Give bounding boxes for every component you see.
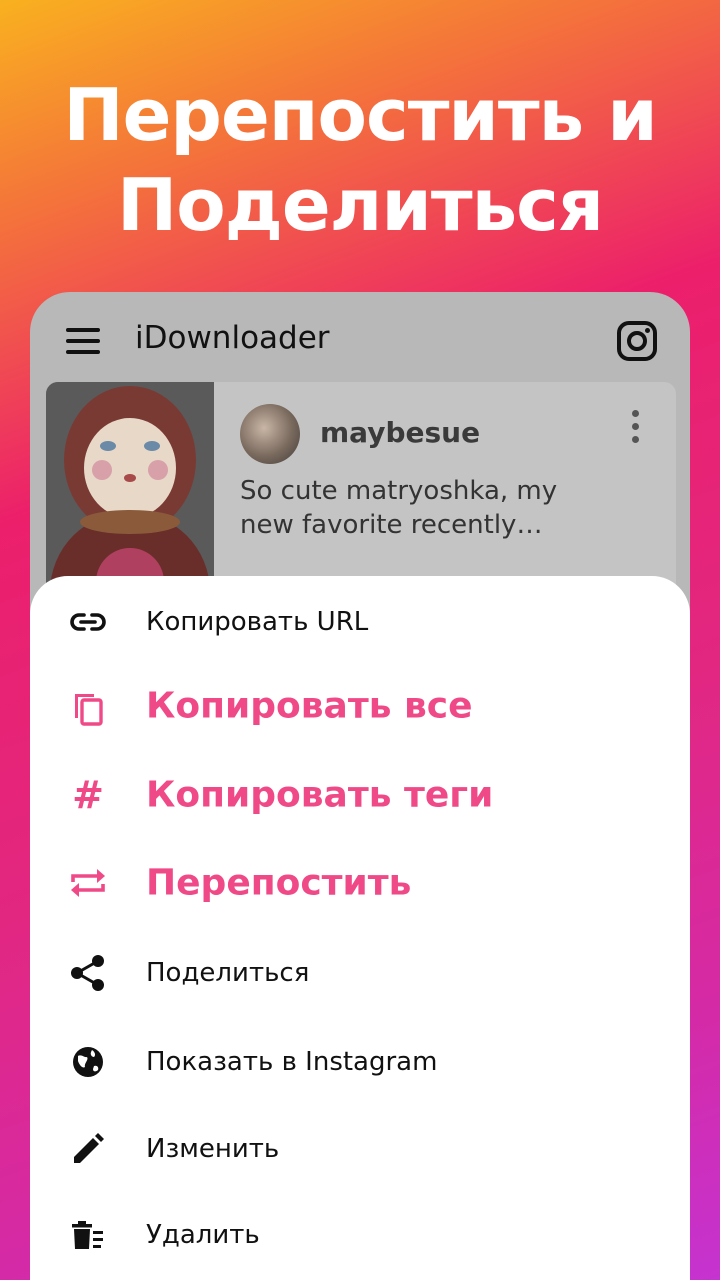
instagram-icon[interactable]: [616, 320, 658, 362]
app-bar: iDownloader: [30, 292, 690, 388]
menu-item-edit[interactable]: Изменить: [30, 1114, 690, 1184]
headline-line-1: Перепостить и: [63, 73, 657, 157]
menu-item-label: Копировать URL: [146, 607, 369, 637]
menu-item-label: Копировать все: [146, 685, 473, 727]
menu-item-show-in-instagram[interactable]: Показать в Instagram: [30, 1027, 690, 1097]
menu-item-label: Копировать теги: [146, 774, 494, 816]
menu-item-label: Поделиться: [146, 958, 310, 988]
promo-headline: Перепостить и Поделиться: [0, 70, 720, 250]
menu-item-label: Показать в Instagram: [146, 1047, 438, 1077]
menu-item-copy-all[interactable]: Копировать все: [30, 671, 690, 741]
pencil-icon: [68, 1129, 108, 1169]
menu-item-copy-url[interactable]: Копировать URL: [30, 587, 690, 657]
app-title: iDownloader: [135, 320, 330, 356]
headline-line-2: Поделиться: [116, 163, 604, 247]
repost-icon: [68, 863, 108, 903]
menu-item-delete[interactable]: Удалить: [30, 1200, 690, 1270]
menu-item-share[interactable]: Поделиться: [30, 938, 690, 1008]
more-vert-icon[interactable]: [630, 410, 640, 444]
menu-item-copy-tags[interactable]: # Копировать теги: [30, 760, 690, 830]
menu-item-repost[interactable]: Перепостить: [30, 848, 690, 918]
menu-item-label: Удалить: [146, 1220, 260, 1250]
share-icon: [68, 953, 108, 993]
link-icon: [68, 602, 108, 642]
trash-icon: [68, 1215, 108, 1255]
copy-icon: [68, 686, 108, 726]
hashtag-icon: #: [72, 773, 104, 817]
globe-icon: [68, 1042, 108, 1082]
menu-item-label: Перепостить: [146, 862, 412, 904]
bottom-sheet-menu: Копировать URL Копировать все # Копирова…: [30, 576, 690, 1280]
hamburger-menu-icon[interactable]: [66, 328, 100, 354]
avatar[interactable]: [240, 404, 300, 464]
menu-item-label: Изменить: [146, 1134, 280, 1164]
post-caption: So cute matryoshka, my new favorite rece…: [240, 476, 558, 540]
post-username[interactable]: maybesue: [320, 416, 480, 449]
